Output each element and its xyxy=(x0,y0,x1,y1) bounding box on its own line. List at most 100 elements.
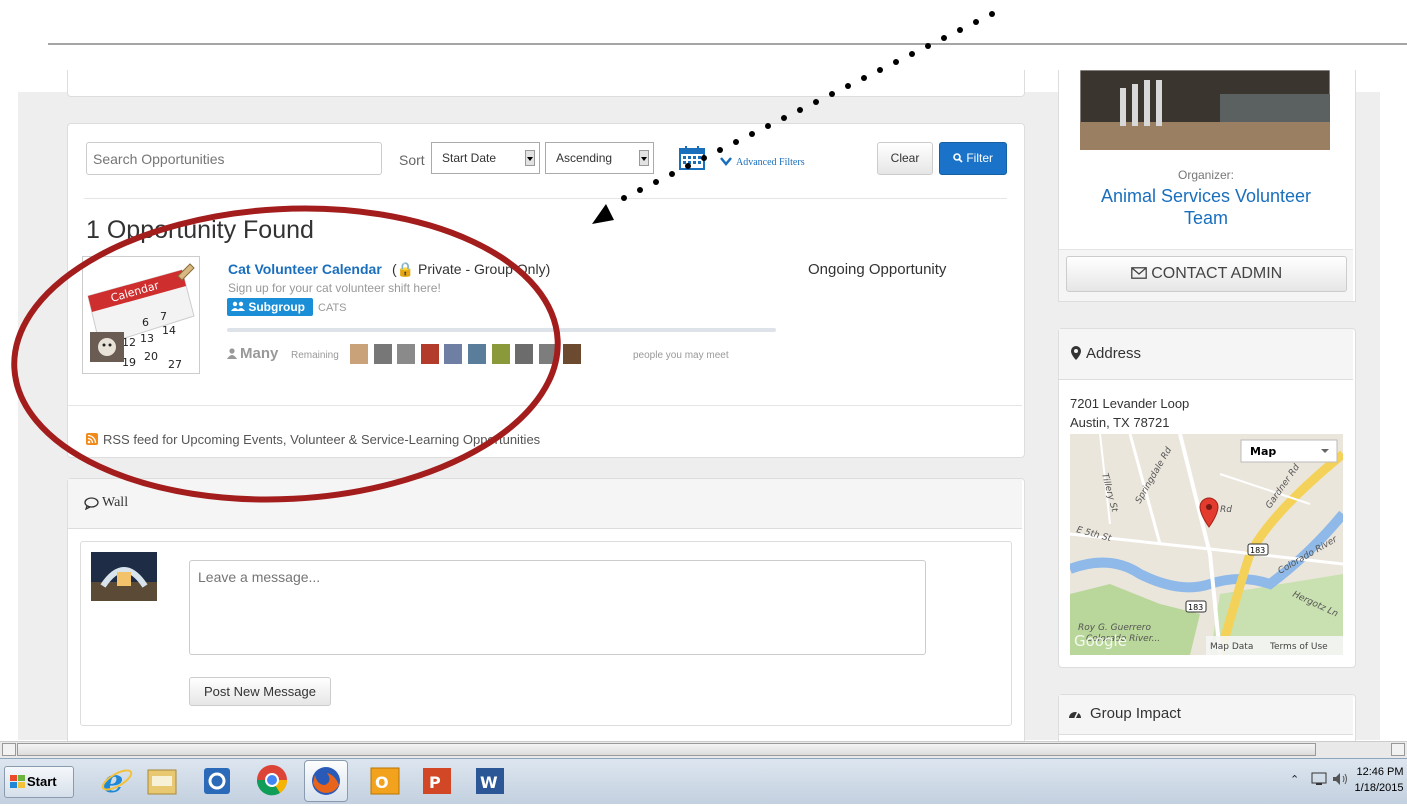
svg-text:27: 27 xyxy=(168,358,182,371)
svg-text:12: 12 xyxy=(122,336,136,349)
opportunity-status: Ongoing Opportunity xyxy=(808,261,947,278)
chrome-icon[interactable] xyxy=(254,762,290,798)
network-icon[interactable] xyxy=(1311,772,1327,786)
clear-button[interactable]: Clear xyxy=(877,142,933,175)
highway-shield: 183 xyxy=(1250,546,1265,555)
wall-header xyxy=(68,479,1022,529)
opportunity-privacy: (🔒 Private - Group Only) xyxy=(392,261,551,277)
avatar[interactable] xyxy=(374,344,392,364)
address-title: Address xyxy=(1086,345,1142,362)
sort-order-select[interactable]: Ascending xyxy=(545,142,654,174)
file-explorer-icon[interactable] xyxy=(144,762,180,798)
map-marker-icon xyxy=(1071,346,1081,360)
post-message-label: Post New Message xyxy=(204,684,316,699)
svg-text:6: 6 xyxy=(142,316,149,329)
subgroup-tag: CATS xyxy=(318,302,347,314)
avatar[interactable] xyxy=(539,344,557,364)
clock-date[interactable]: 1/18/2015 xyxy=(1354,782,1404,794)
opportunity-title-link[interactable]: Cat Volunteer Calendar xyxy=(228,261,382,277)
avatar[interactable] xyxy=(492,344,510,364)
subgroup-badge[interactable]: Subgroup xyxy=(227,298,313,316)
opportunity-description: Sign up for your cat volunteer shift her… xyxy=(228,281,441,295)
rss-link[interactable]: RSS feed for Upcoming Events, Volunteer … xyxy=(103,432,540,447)
scroll-left-arrow[interactable] xyxy=(2,743,16,756)
sort-order-value: Ascending xyxy=(556,151,613,165)
progress-bar xyxy=(227,328,776,332)
location-map[interactable]: Tillery St Springdale Rd Gardner Rd E 5t… xyxy=(1070,434,1343,655)
avatar[interactable] xyxy=(468,344,486,364)
address-line2: Austin, TX 78721 xyxy=(1070,415,1170,430)
people-you-may-meet: people you may meet xyxy=(633,350,729,361)
svg-text:19: 19 xyxy=(122,356,136,369)
organizer-image xyxy=(1080,70,1330,150)
user-icon xyxy=(227,348,237,359)
svg-text:14: 14 xyxy=(162,324,176,337)
top-divider xyxy=(48,43,1407,45)
opportunity-thumbnail[interactable]: Calendar 6 712 131419 2027 xyxy=(82,256,200,374)
avatar[interactable] xyxy=(444,344,462,364)
svg-text:O: O xyxy=(375,773,389,792)
outlook-like-icon[interactable] xyxy=(200,762,236,798)
clock-time[interactable]: 12:46 PM xyxy=(1356,766,1404,778)
remaining-count: Many xyxy=(240,345,279,362)
dashboard-icon xyxy=(1069,711,1081,719)
address-line1: 7201 Levander Loop xyxy=(1070,396,1190,411)
word-icon[interactable]: W xyxy=(472,762,508,798)
start-button[interactable]: Start xyxy=(4,766,74,798)
filter-divider xyxy=(84,198,1007,199)
firefox-icon[interactable] xyxy=(304,760,348,802)
terms-of-use-link[interactable]: Terms of Use xyxy=(1269,642,1328,652)
avatar-list xyxy=(350,344,620,364)
comments-icon xyxy=(84,497,99,510)
message-textarea[interactable] xyxy=(189,560,926,655)
group-impact-title: Group Impact xyxy=(1090,705,1181,722)
tray-chevron-icon[interactable]: ⌃ xyxy=(1290,773,1299,786)
advanced-filters-link[interactable]: Advanced Filters xyxy=(736,157,805,168)
sort-field-value: Start Date xyxy=(442,151,497,165)
avatar[interactable] xyxy=(515,344,533,364)
chevron-down-icon xyxy=(639,150,649,166)
clear-label: Clear xyxy=(890,151,920,165)
filter-button[interactable]: Filter xyxy=(939,142,1007,175)
search-icon xyxy=(953,153,963,163)
organizer-name-link[interactable]: Animal Services Volunteer Team xyxy=(1080,185,1332,229)
outlook-icon[interactable]: O xyxy=(367,762,403,798)
windows-logo-icon xyxy=(10,775,25,788)
results-heading: 1 Opportunity Found xyxy=(86,216,314,244)
group-avatar[interactable] xyxy=(91,552,157,601)
highway-shield: 183 xyxy=(1188,603,1203,612)
svg-text:P: P xyxy=(429,773,441,792)
wall-title: Wall xyxy=(102,495,129,510)
sort-label: Sort xyxy=(399,152,425,168)
vertical-scrollbar[interactable] xyxy=(1380,92,1407,740)
rss-icon[interactable] xyxy=(86,433,98,445)
avatar[interactable] xyxy=(397,344,415,364)
remaining-label: Remaining xyxy=(291,350,339,361)
map-label: Rd xyxy=(1220,505,1232,515)
contact-admin-label: CONTACT ADMIN xyxy=(1151,265,1283,282)
volume-icon[interactable] xyxy=(1332,772,1350,786)
calendar-icon[interactable] xyxy=(679,146,705,170)
chevron-down-icon xyxy=(720,157,732,166)
internet-explorer-icon[interactable]: e xyxy=(99,762,135,800)
post-message-button[interactable]: Post New Message xyxy=(189,677,331,706)
scroll-right-arrow[interactable] xyxy=(1391,743,1405,756)
avatar[interactable] xyxy=(350,344,368,364)
avatar[interactable] xyxy=(421,344,439,364)
organizer-label: Organizer: xyxy=(1177,168,1235,182)
rss-divider xyxy=(68,405,1022,406)
map-type-select[interactable]: Map xyxy=(1250,445,1276,458)
group-icon xyxy=(231,301,245,311)
map-data-link[interactable]: Map Data xyxy=(1210,642,1253,652)
google-logo: Google xyxy=(1074,632,1127,650)
start-label: Start xyxy=(27,774,57,789)
search-input[interactable] xyxy=(86,142,382,175)
avatar[interactable] xyxy=(563,344,581,364)
contact-admin-button[interactable]: CONTACT ADMIN xyxy=(1066,256,1347,292)
svg-text:20: 20 xyxy=(144,350,158,363)
scroll-thumb[interactable] xyxy=(17,743,1316,756)
sort-field-select[interactable]: Start Date xyxy=(431,142,540,174)
filter-label: Filter xyxy=(966,151,993,165)
powerpoint-icon[interactable]: P xyxy=(419,762,455,798)
svg-text:W: W xyxy=(480,773,498,792)
